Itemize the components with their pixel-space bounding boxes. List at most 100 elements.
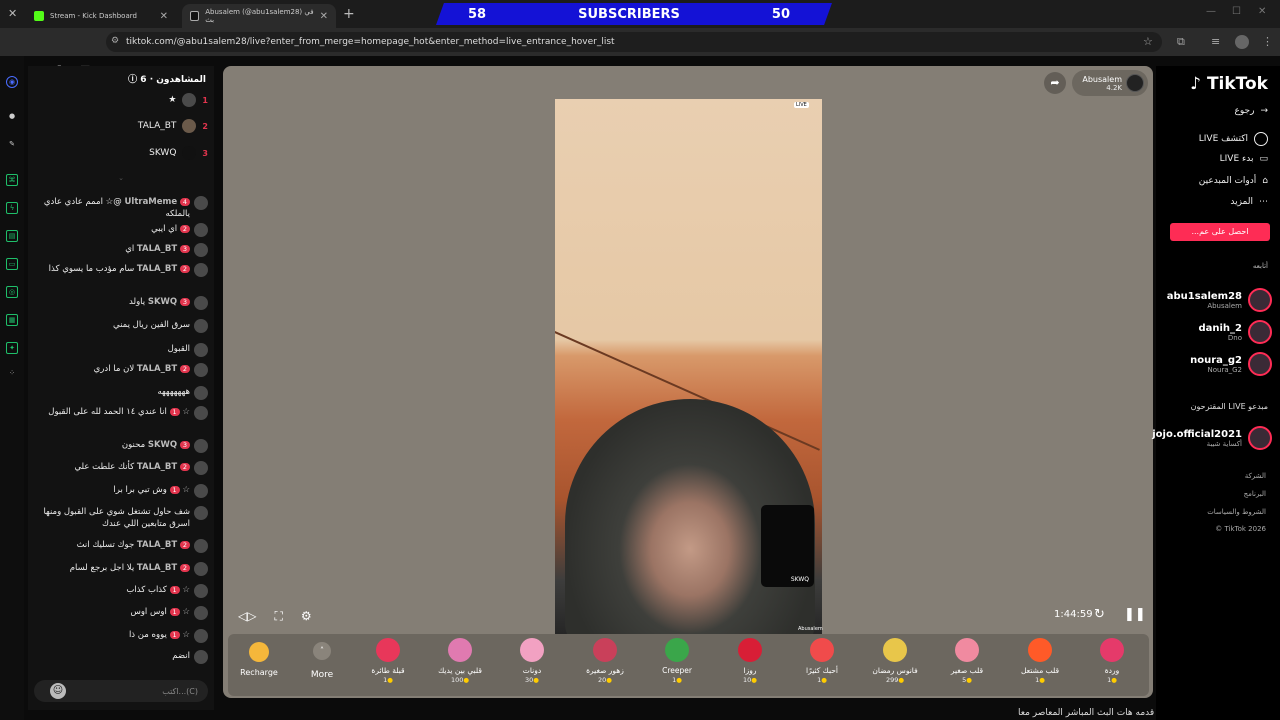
nav-more[interactable]: ⋯ المزيد <box>1230 197 1268 207</box>
gift-item[interactable]: قلبي بين يديك 100● <box>428 638 492 684</box>
gift-item[interactable]: أحبك كثيرًا 1● <box>790 638 854 684</box>
share-icon[interactable]: ➦ <box>1044 72 1066 94</box>
rail-chat-icon[interactable]: ▭ <box>6 258 18 270</box>
chat-username[interactable]: ☆ <box>182 585 190 595</box>
chat-username[interactable]: TALA_BT <box>137 462 177 472</box>
gift-item[interactable]: قلب صغير 5● <box>935 638 999 684</box>
chat-username[interactable]: TALA_BT <box>137 540 177 550</box>
chat-username[interactable]: TALA_BT <box>137 364 177 374</box>
avatar[interactable] <box>194 406 208 420</box>
refresh-icon[interactable]: ↻ <box>1094 607 1105 622</box>
rail-wrench-icon[interactable]: ✦ <box>6 342 18 354</box>
rail-tool-icon-2[interactable]: ϟ <box>6 202 18 214</box>
gift-item[interactable]: Creeper 1● <box>645 638 709 684</box>
gift-item[interactable]: قلب مشتعل 1● <box>1008 638 1072 684</box>
nav-back[interactable]: → رجوع <box>1235 106 1268 116</box>
tab-kick-dashboard[interactable]: Stream - Kick Dashboard ✕ <box>26 4 176 28</box>
rail-broadcast-icon[interactable]: ◎ <box>6 286 18 298</box>
nav-start-live[interactable]: ▭ بدء LIVE <box>1220 154 1268 164</box>
rail-tool-icon-3[interactable]: ▤ <box>6 230 18 242</box>
guest-pip-video[interactable]: SKWQ <box>761 505 814 587</box>
rail-info-icon[interactable]: ● <box>6 111 18 123</box>
rail-pen-icon[interactable]: ✎ <box>6 139 18 151</box>
top-viewer-3[interactable]: 3 SKWQ <box>149 145 208 161</box>
browser-menu-icon[interactable]: ⋮ <box>1262 35 1273 48</box>
following-account-1[interactable]: abu1salem28 Abusalem <box>1167 286 1272 314</box>
profile-avatar-icon[interactable] <box>1235 35 1249 49</box>
avatar[interactable] <box>194 319 208 333</box>
footer-company[interactable]: الشركة <box>1245 472 1266 480</box>
top-viewer-1[interactable]: 1 ★ <box>168 92 208 108</box>
chat-username[interactable]: ☆ <box>182 607 190 617</box>
avatar[interactable] <box>194 562 208 576</box>
window-close-icon[interactable]: ✕ <box>1258 6 1266 17</box>
avatar[interactable] <box>194 461 208 475</box>
site-info-icon[interactable]: ⚙ <box>111 36 119 46</box>
rail-more-icon[interactable]: ⁘ <box>6 368 18 380</box>
avatar[interactable] <box>194 343 208 357</box>
avatar[interactable] <box>194 629 208 643</box>
url-bar[interactable]: tiktok.com/@abu1salem28/live?enter_from_… <box>106 32 1162 52</box>
chat-username[interactable]: SKWQ <box>148 440 177 450</box>
avatar[interactable] <box>194 439 208 453</box>
chat-username[interactable]: SKWQ <box>148 297 177 307</box>
media-icon[interactable]: ≡ <box>1211 35 1220 48</box>
gift-item[interactable]: قبلة طائرة 1● <box>356 638 420 684</box>
fullscreen-icon[interactable]: ⛶ <box>274 609 282 624</box>
recharge-button[interactable]: Recharge <box>234 638 284 677</box>
avatar[interactable] <box>194 386 208 400</box>
rail-tool-icon-1[interactable]: ⌘ <box>6 174 18 186</box>
gift-item[interactable]: فانوس رمضان 299● <box>863 638 927 684</box>
chat-username[interactable]: ☆ <box>182 407 190 417</box>
chat-username[interactable]: TALA_BT <box>137 264 177 274</box>
maximize-icon[interactable]: ☐ <box>1232 6 1241 17</box>
avatar[interactable] <box>194 650 208 664</box>
chat-username[interactable]: ☆ <box>182 630 190 640</box>
tab-close-icon[interactable]: ✕ <box>320 11 328 22</box>
nav-creator-tools[interactable]: ⌂ أدوات المبدعين <box>1199 176 1268 186</box>
footer-terms[interactable]: الشروط والسياسات <box>1207 508 1266 516</box>
suggested-account-1[interactable]: jojo.official2021 أكساية شيبة <box>1152 424 1272 452</box>
minimize-icon[interactable]: — <box>1206 6 1216 17</box>
bookmark-star-icon[interactable]: ☆ <box>1143 35 1153 48</box>
avatar[interactable] <box>194 363 208 377</box>
avatar[interactable] <box>194 263 208 277</box>
more-gifts-button[interactable]: ˄ More <box>298 638 346 680</box>
following-account-3[interactable]: noura_g2 Noura_G2 <box>1190 350 1272 378</box>
avatar[interactable] <box>194 296 208 310</box>
tab-close-icon[interactable]: ✕ <box>160 11 168 22</box>
collapse-chevron-icon[interactable]: ⌄ <box>28 174 214 182</box>
chat-username[interactable]: TALA_BT <box>137 563 177 573</box>
footer-program[interactable]: البرنامج <box>1244 490 1266 498</box>
gift-item[interactable]: دونات 30● <box>500 638 564 684</box>
chat-username[interactable]: TALA_BT <box>137 244 177 254</box>
close-window-icon[interactable]: ✕ <box>8 7 17 20</box>
rail-layout-icon[interactable]: ▦ <box>6 314 18 326</box>
extensions-icon[interactable]: ⧉ <box>1177 35 1185 49</box>
avatar[interactable] <box>194 223 208 237</box>
avatar[interactable] <box>194 539 208 553</box>
avatar[interactable] <box>194 584 208 598</box>
nav-discover-live[interactable]: اكتشف LIVE <box>1199 132 1268 146</box>
avatar[interactable] <box>194 243 208 257</box>
get-coins-button[interactable]: احصل على عم... <box>1170 223 1270 241</box>
gift-item[interactable]: وردة 1● <box>1080 638 1144 684</box>
host-info[interactable]: Abusalem 4.2K <box>1072 70 1148 96</box>
avatar[interactable] <box>194 484 208 498</box>
tiktok-logo[interactable]: ♪ TikTok <box>1190 74 1268 94</box>
gift-item[interactable]: روزا 10● <box>718 638 782 684</box>
gift-item[interactable]: زهور صغيرة 20● <box>573 638 637 684</box>
pause-icon[interactable]: ❚❚ <box>1124 607 1146 622</box>
volume-icon[interactable]: ◁▷ <box>238 609 256 624</box>
rail-app-icon[interactable]: ◉ <box>6 76 18 88</box>
avatar[interactable] <box>194 196 208 210</box>
tab-tiktok-live[interactable]: Abusalem (@abu1salem28) في بث ✕ <box>182 4 336 28</box>
avatar[interactable] <box>194 606 208 620</box>
settings-gear-icon[interactable]: ⚙ <box>301 609 312 624</box>
chat-username[interactable]: UltraMeme <box>125 197 178 207</box>
chat-username[interactable]: ☆ <box>182 485 190 495</box>
top-viewer-2[interactable]: 2 TALA_BT <box>138 118 208 134</box>
new-tab-icon[interactable]: + <box>343 6 355 22</box>
following-account-2[interactable]: danih_2 Dno <box>1198 318 1272 346</box>
avatar[interactable] <box>194 506 208 520</box>
